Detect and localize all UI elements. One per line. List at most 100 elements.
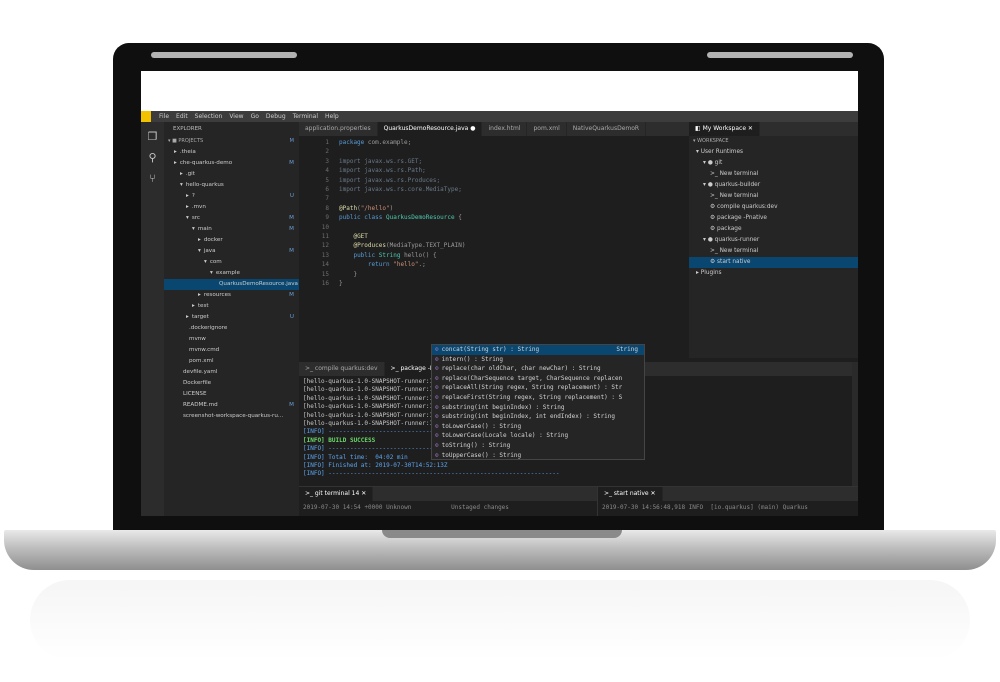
tree-item[interactable]: pom.xml bbox=[164, 356, 299, 367]
tab-quarkusdemoresource[interactable]: QuarkusDemoResource.java ● bbox=[377, 122, 483, 136]
tree-item[interactable]: ▸? U bbox=[164, 191, 299, 202]
native-terminal-output[interactable]: 2019-07-30 14:56:48,918 INFO [io.quarkus… bbox=[602, 504, 808, 511]
tab-application-properties[interactable]: application.properties bbox=[299, 122, 378, 136]
suggestion-item[interactable]: ⊙ substring(int beginIndex, int endIndex)… bbox=[432, 412, 644, 422]
projects-section[interactable]: ▾ ■ PROJECTS M bbox=[164, 136, 299, 147]
git-status-badge: U bbox=[289, 193, 294, 199]
suggestion-item[interactable]: ⊙ replaceAll(String regex, String replace… bbox=[432, 383, 644, 393]
search-icon[interactable]: ⚲ bbox=[141, 151, 164, 164]
tree-item[interactable]: mvnw.cmd bbox=[164, 345, 299, 356]
tab-pom-xml[interactable]: pom.xml bbox=[527, 122, 567, 136]
terminal-line: [INFO] ---------------------------------… bbox=[303, 470, 560, 478]
code-line: public class QuarkusDemoResource { bbox=[339, 214, 462, 222]
tree-item[interactable]: LICENSE bbox=[164, 389, 299, 400]
suggestion-item[interactable]: ⊙ replaceFirst(String regex, String repla… bbox=[432, 393, 644, 403]
chevron-icon: ▸ bbox=[192, 303, 195, 309]
menu-terminal[interactable]: Terminal bbox=[293, 113, 318, 120]
suggestion-item[interactable]: ⊙ intern() : String bbox=[432, 355, 644, 365]
files-icon[interactable]: ❐ bbox=[141, 130, 164, 143]
workspace-item[interactable]: >_ New terminal bbox=[689, 191, 858, 202]
suggestion-item[interactable]: ⊙ toString() : String bbox=[432, 441, 644, 451]
laptop-base bbox=[4, 530, 996, 570]
tree-item-label: mvnw bbox=[189, 336, 206, 342]
tree-item[interactable]: devfile.yaml bbox=[164, 367, 299, 378]
editor-tabs: application.properties QuarkusDemoResour… bbox=[299, 122, 689, 136]
tree-item-label: README.md bbox=[183, 402, 218, 408]
method-icon: ⊙ bbox=[435, 432, 439, 440]
tree-item[interactable]: ▾ java M bbox=[164, 246, 299, 257]
suggestion-item[interactable]: ⊙ concat(String str) : String String bbox=[432, 345, 644, 355]
menu-go[interactable]: Go bbox=[251, 113, 259, 120]
method-icon: ⊙ bbox=[435, 384, 439, 392]
menu-bar: File Edit Selection View Go Debug Termin… bbox=[141, 111, 858, 122]
chevron-icon: ▾ bbox=[210, 270, 213, 276]
tree-item[interactable]: ▸ docker bbox=[164, 235, 299, 246]
workspace-item[interactable]: ⚙ start native bbox=[689, 257, 858, 268]
workspace-item[interactable]: ▸ Plugins bbox=[689, 268, 858, 279]
code-line: @Produces(MediaType.TEXT_PLAIN) bbox=[353, 242, 466, 250]
menu-selection[interactable]: Selection bbox=[195, 113, 223, 120]
suggestion-label: toString() : String bbox=[441, 441, 511, 449]
workspace-item[interactable]: >_ New terminal bbox=[689, 246, 858, 257]
tree-item[interactable]: mvnw bbox=[164, 334, 299, 345]
chevron-icon: ▸ bbox=[174, 160, 177, 166]
line-number: 9 bbox=[325, 214, 329, 222]
workspace-item[interactable]: ⚙ compile quarkus:dev bbox=[689, 202, 858, 213]
tree-item[interactable]: ▾ src M bbox=[164, 213, 299, 224]
tree-item[interactable]: screenshot-workspace-quarkus-ru... bbox=[164, 411, 299, 422]
workspace-item[interactable]: ▾ ● git bbox=[689, 158, 858, 169]
suggestion-item[interactable]: ⊙ substring(int beginIndex) : String bbox=[432, 403, 644, 413]
menu-file[interactable]: File bbox=[159, 113, 169, 120]
git-terminal-tabs: >_ git terminal 14 ✕ bbox=[299, 487, 597, 501]
tree-item[interactable]: ▸ .git bbox=[164, 169, 299, 180]
workspace-tabs: ◧ My Workspace ✕ bbox=[689, 122, 858, 136]
menu-help[interactable]: Help bbox=[325, 113, 339, 120]
tree-item[interactable]: ▾ com bbox=[164, 257, 299, 268]
suggestion-item[interactable]: ⊙ toLowerCase(Locale locale) : String bbox=[432, 431, 644, 441]
tree-item[interactable]: ▾ main M bbox=[164, 224, 299, 235]
suggestion-label: toLowerCase(Locale locale) : String bbox=[441, 432, 569, 440]
menu-debug[interactable]: Debug bbox=[266, 113, 286, 120]
workspace-item[interactable]: ▾ User Runtimes bbox=[689, 147, 858, 158]
tree-item[interactable]: ▸ che-quarkus-demo M bbox=[164, 158, 299, 169]
tree-item[interactable]: QuarkusDemoResource.java bbox=[164, 279, 299, 290]
tab-native-quarkus[interactable]: NativeQuarkusDemoR bbox=[567, 122, 647, 136]
workspace-section[interactable]: ▾ WORKSPACE bbox=[689, 136, 858, 147]
suggestion-item[interactable]: ⊙ toLowerCase() : String bbox=[432, 422, 644, 432]
tree-item-label: test bbox=[197, 303, 209, 309]
code-line: @GET bbox=[353, 233, 368, 240]
tree-item[interactable]: README.md M bbox=[164, 400, 299, 411]
browser-blank-area bbox=[141, 71, 858, 111]
suggestion-item[interactable]: ⊙ replace(CharSequence target, CharSequen… bbox=[432, 374, 644, 384]
workspace-item[interactable]: ▾ ● quarkus-builder bbox=[689, 180, 858, 191]
tree-item[interactable]: ▾ example bbox=[164, 268, 299, 279]
workspace-item[interactable]: >_ New terminal bbox=[689, 169, 858, 180]
tree-item[interactable]: ▸ .mvn bbox=[164, 202, 299, 213]
tab-my-workspace[interactable]: ◧ My Workspace ✕ bbox=[689, 122, 760, 136]
code-line: package com.example; bbox=[339, 139, 412, 146]
tree-item[interactable]: ▸ .theia bbox=[164, 147, 299, 158]
menu-edit[interactable]: Edit bbox=[176, 113, 188, 120]
tab-git-terminal[interactable]: >_ git terminal 14 ✕ bbox=[299, 487, 374, 501]
tab-index-html[interactable]: index.html bbox=[482, 122, 528, 136]
workspace-item[interactable]: ⚙ package bbox=[689, 224, 858, 235]
suggestion-item[interactable]: ⊙ toUpperCase() : String bbox=[432, 451, 644, 459]
code-line: import javax.ws.rs.GET; bbox=[339, 157, 423, 165]
tree-item[interactable]: ▸ resources M bbox=[164, 290, 299, 301]
tree-item[interactable]: ▸ target U bbox=[164, 312, 299, 323]
suggestion-item[interactable]: ⊙ replace(char oldChar, char newChar) : S… bbox=[432, 364, 644, 374]
chevron-icon: ▾ bbox=[186, 215, 189, 221]
line-number: 12 bbox=[321, 242, 329, 250]
tree-item[interactable]: ▸ test bbox=[164, 301, 299, 312]
tree-item[interactable]: ▾ hello-quarkus bbox=[164, 180, 299, 191]
menu-view[interactable]: View bbox=[229, 113, 243, 120]
tab-start-native[interactable]: >_ start native ✕ bbox=[598, 487, 663, 501]
tab-compile-quarkus-dev[interactable]: >_ compile quarkus:dev bbox=[299, 362, 385, 376]
terminal-scrollbar[interactable] bbox=[852, 362, 858, 486]
scm-icon[interactable]: ⑂ bbox=[141, 172, 164, 185]
tree-item[interactable]: Dockerfile bbox=[164, 378, 299, 389]
workspace-item[interactable]: ▾ ● quarkus-runner bbox=[689, 235, 858, 246]
tree-item[interactable]: .dockerignore bbox=[164, 323, 299, 334]
git-terminal-output[interactable]: 2019-07-30 14:54 +0000 Unknown Unstaged … bbox=[303, 504, 509, 511]
workspace-item[interactable]: ⚙ package -Pnative bbox=[689, 213, 858, 224]
